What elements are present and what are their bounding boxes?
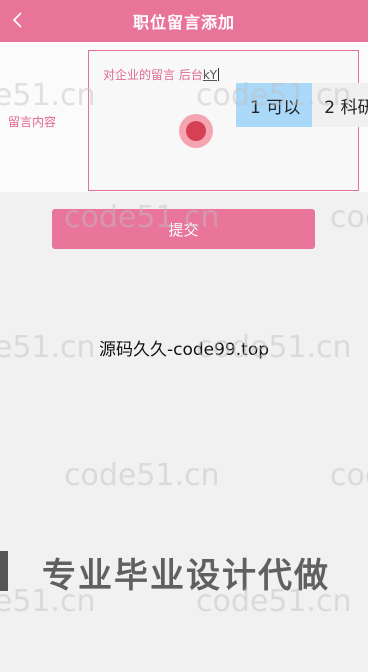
ime-candidate[interactable]: 1 可以	[236, 83, 313, 127]
chevron-left-icon	[12, 12, 22, 28]
textarea-content: 对企业的留言 后台kY	[103, 66, 220, 83]
promo-source-text: 源码久久-code99.top	[98, 340, 270, 360]
submit-button[interactable]: 提交	[52, 209, 315, 249]
promo-bar-mark	[0, 551, 8, 591]
watermark: code51.cn	[330, 200, 368, 235]
page-title: 职位留言添加	[132, 13, 235, 32]
watermark: code51.cn	[64, 458, 220, 493]
message-field-label: 留言内容	[8, 115, 57, 129]
text-caret	[218, 68, 220, 81]
textarea-typed-text: 对企业的留言 后台	[103, 68, 203, 82]
ime-composition-text: kY	[202, 68, 218, 82]
ime-candidate[interactable]: 2 科研	[312, 83, 368, 127]
promo-banner-text: 专业毕业设计代做	[42, 556, 330, 596]
watermark: code51.cn	[330, 458, 368, 493]
ime-candidate-bar: 1 可以 2 科研	[236, 83, 368, 127]
app-header: 职位留言添加	[0, 0, 368, 42]
screen: 职位留言添加 留言内容 对企业的留言 后台kY 1 可以 2 科研 提交 源码久…	[0, 0, 368, 672]
touch-indicator	[179, 114, 213, 148]
back-button[interactable]	[4, 4, 32, 36]
